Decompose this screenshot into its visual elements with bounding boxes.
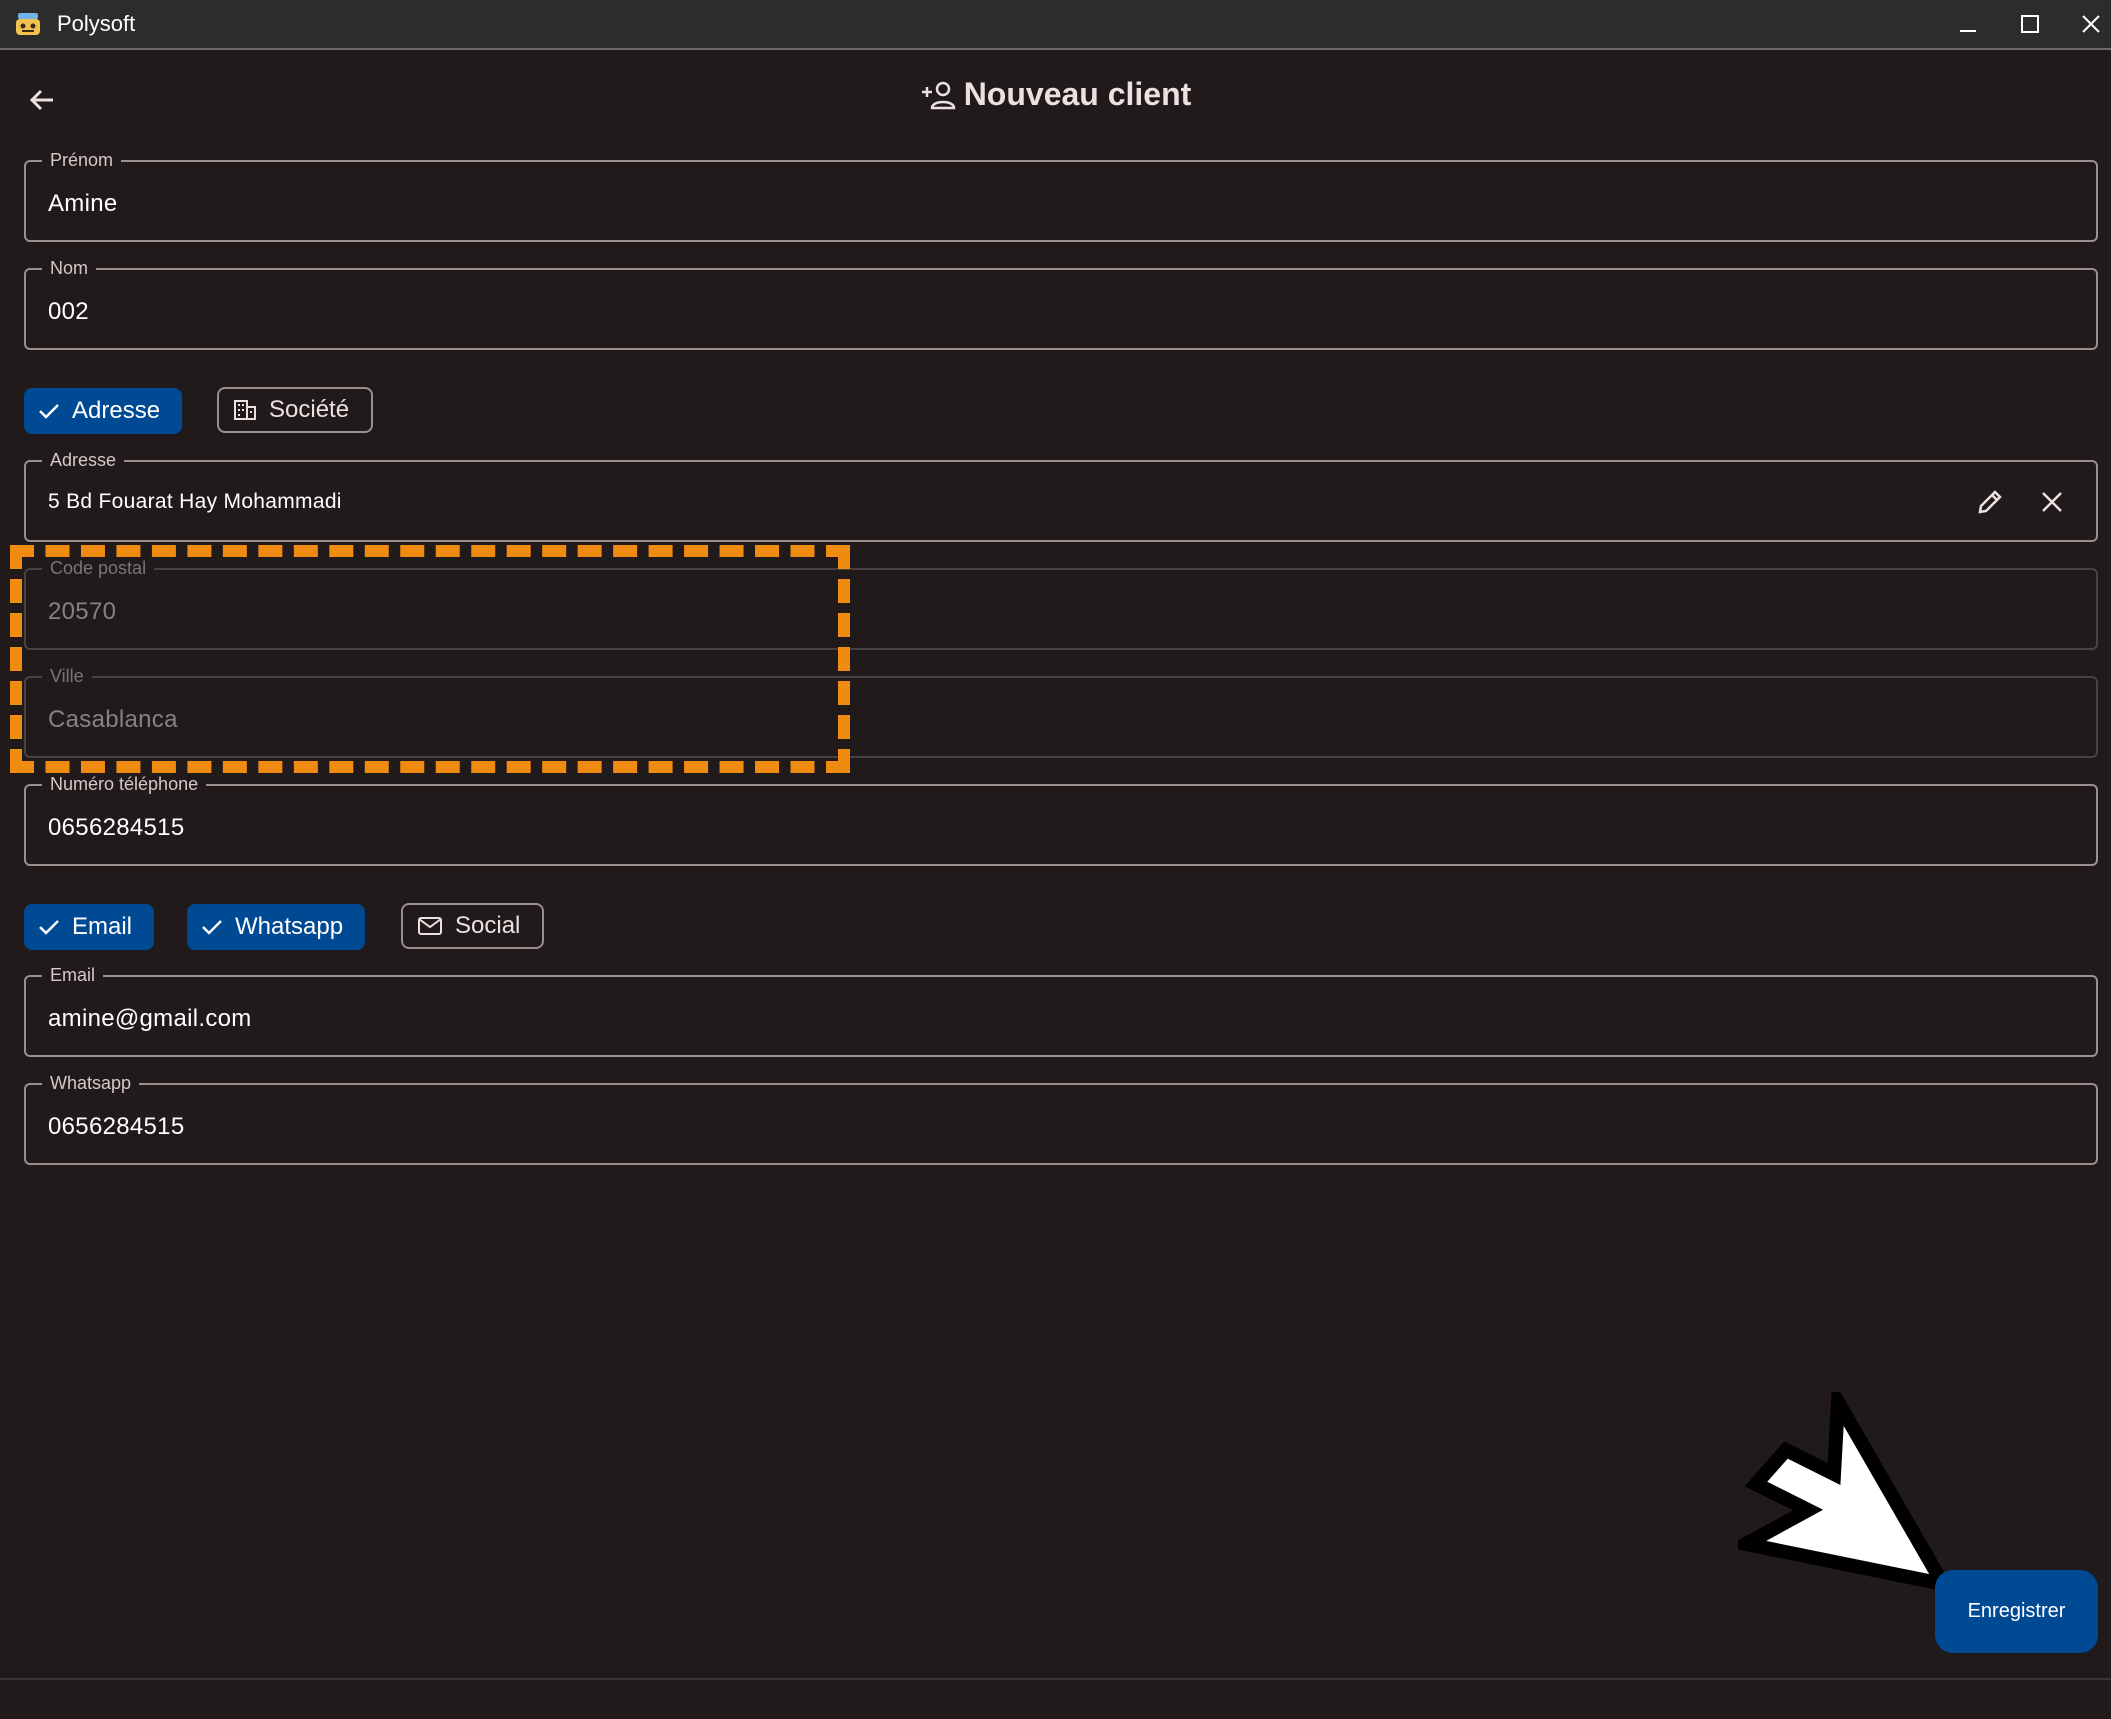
edit-address-button[interactable] [1974, 486, 2006, 518]
nom-field[interactable]: Nom 002 [24, 257, 2098, 350]
telephone-value: 0656284515 [48, 814, 185, 841]
window-titlebar: Polysoft [0, 0, 2111, 50]
prenom-field[interactable]: Prénom Amine [24, 149, 2098, 242]
adresse-chip-label: Adresse [72, 397, 161, 424]
adresse-value: 5 Bd Fouarat Hay Mohammadi [48, 490, 342, 513]
whatsapp-field[interactable]: Whatsapp 0656284515 [24, 1072, 2098, 1165]
app-logo-icon [16, 13, 40, 35]
ville-value: Casablanca [48, 706, 178, 733]
social-chip-label: Social [455, 912, 521, 939]
window-title: Polysoft [57, 11, 136, 36]
person-add-icon [921, 81, 955, 109]
pencil-icon [1978, 490, 2002, 514]
ville-field: Ville Casablanca [24, 665, 2098, 758]
societe-chip[interactable]: Société [217, 387, 374, 433]
check-icon [39, 920, 59, 935]
adresse-label: Adresse [42, 449, 125, 471]
bottom-divider [0, 1678, 2111, 1680]
save-button[interactable]: Enregistrer [1935, 1570, 2098, 1653]
minimize-icon [1960, 30, 1976, 32]
nom-label: Nom [42, 257, 97, 279]
whatsapp-chip[interactable]: Whatsapp [187, 904, 366, 950]
nom-value: 002 [48, 298, 89, 325]
email-label: Email [42, 964, 104, 986]
adresse-field[interactable]: Adresse 5 Bd Fouarat Hay Mohammadi [24, 449, 2098, 542]
telephone-field[interactable]: Numéro téléphone 0656284515 [24, 773, 2098, 866]
email-chip-label: Email [72, 913, 133, 940]
societe-chip-label: Société [269, 396, 350, 423]
pointer-arrow-icon [1738, 1392, 1956, 1592]
whatsapp-label: Whatsapp [42, 1072, 140, 1094]
code-postal-value: 20570 [48, 598, 117, 625]
close-icon [2082, 15, 2100, 33]
check-icon [39, 404, 59, 419]
page-title: Nouveau client [963, 76, 1192, 112]
maximize-button[interactable] [2010, 8, 2050, 40]
maximize-icon [2021, 15, 2039, 33]
adresse-chip[interactable]: Adresse [24, 388, 183, 434]
email-chip[interactable]: Email [24, 904, 155, 950]
clear-icon [2042, 492, 2062, 512]
minimize-button[interactable] [1948, 8, 1988, 40]
prenom-label: Prénom [42, 149, 122, 171]
email-field[interactable]: Email amine@gmail.com [24, 964, 2098, 1057]
ville-label: Ville [42, 665, 92, 687]
page-header: Nouveau client [0, 76, 2111, 113]
whatsapp-value: 0656284515 [48, 1113, 185, 1140]
whatsapp-chip-label: Whatsapp [235, 913, 344, 940]
mail-check-icon [418, 917, 442, 935]
clear-address-button[interactable] [2036, 486, 2068, 518]
building-icon [234, 400, 256, 420]
prenom-value: Amine [48, 190, 118, 217]
close-window-button[interactable] [2071, 8, 2111, 40]
code-postal-label: Code postal [42, 557, 155, 579]
telephone-label: Numéro téléphone [42, 773, 207, 795]
social-chip[interactable]: Social [401, 903, 545, 949]
code-postal-field: Code postal 20570 [24, 557, 2098, 650]
check-icon [202, 920, 222, 935]
email-value: amine@gmail.com [48, 1005, 252, 1032]
